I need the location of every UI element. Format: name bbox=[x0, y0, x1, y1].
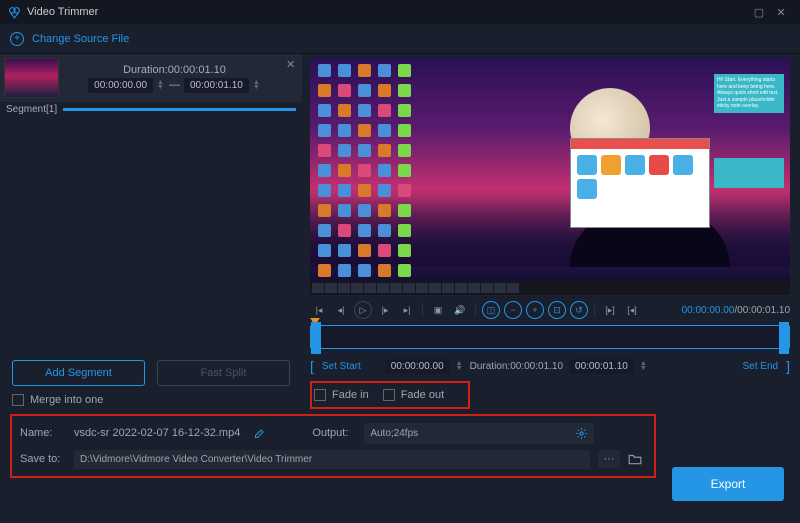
segment-label: Segment[1] bbox=[6, 104, 57, 115]
add-source-icon[interactable]: + bbox=[10, 32, 24, 46]
zoom-fit-icon[interactable]: ⊡ bbox=[548, 301, 566, 319]
playback-time: 00:00:00.00/00:00:01.10 bbox=[682, 305, 790, 316]
browse-button[interactable]: ··· bbox=[598, 450, 620, 468]
trim-controls-row: [ Set Start 00:00:00.00 ▲▼ Duration:00:0… bbox=[310, 353, 790, 379]
fade-in-checkbox[interactable]: Fade in bbox=[314, 389, 369, 401]
mark-in-icon[interactable]: [▸] bbox=[601, 301, 619, 319]
checkbox-icon bbox=[383, 389, 395, 401]
fade-in-label: Fade in bbox=[332, 389, 369, 401]
undo-icon[interactable]: ↺ bbox=[570, 301, 588, 319]
merge-label: Merge into one bbox=[30, 394, 103, 406]
split-icon[interactable]: ◫ bbox=[482, 301, 500, 319]
sticky-note: Hi! Start. Everything starts here and ke… bbox=[714, 74, 784, 113]
skip-start-icon[interactable]: |◂ bbox=[310, 301, 328, 319]
segment-thumbnail[interactable] bbox=[4, 58, 59, 98]
segment-row[interactable]: Duration:00:00:01.10 00:00:00.00 ▲▼ — 00… bbox=[0, 54, 302, 102]
trim-start-handle[interactable] bbox=[311, 322, 321, 354]
saveto-path-input[interactable]: D:\Vidmore\Vidmore Video Converter\Video… bbox=[74, 450, 590, 469]
output-label: Output: bbox=[312, 427, 356, 439]
title-bar: Video Trimmer ▢ ✕ bbox=[0, 0, 800, 24]
next-frame-icon[interactable]: |▸ bbox=[376, 301, 394, 319]
maximize-button[interactable]: ▢ bbox=[748, 6, 770, 19]
preview-panel: Hi! Start. Everything starts here and ke… bbox=[302, 54, 800, 412]
segment-start-stepper[interactable]: ▲▼ bbox=[157, 80, 165, 90]
segment-dash: — bbox=[169, 79, 180, 91]
video-preview[interactable]: Hi! Start. Everything starts here and ke… bbox=[310, 58, 790, 295]
segment-label-row: Segment[1] bbox=[0, 102, 302, 117]
merge-checkbox[interactable]: Merge into one bbox=[12, 394, 290, 406]
checkbox-icon bbox=[12, 394, 24, 406]
trim-end-handle[interactable] bbox=[779, 322, 789, 354]
trim-duration: Duration:00:00:01.10 bbox=[470, 361, 563, 372]
close-window-button[interactable]: ✕ bbox=[770, 6, 792, 19]
output-name-value: vsdc-sr 2022-02-07 16-12-32.mp4 bbox=[74, 427, 240, 439]
prev-frame-icon[interactable]: ◂| bbox=[332, 301, 350, 319]
set-end-button[interactable]: Set End bbox=[741, 361, 781, 372]
output-format-select[interactable]: Auto;24fps bbox=[364, 423, 594, 444]
trim-start-stepper[interactable]: ▲▼ bbox=[456, 361, 464, 371]
trim-end-input[interactable]: 00:00:01.10 bbox=[569, 359, 634, 374]
source-bar: + Change Source File bbox=[0, 24, 800, 54]
open-folder-icon[interactable] bbox=[628, 453, 646, 465]
zoom-in-icon[interactable]: + bbox=[526, 301, 544, 319]
segment-progress[interactable] bbox=[63, 108, 296, 111]
playback-controls: |◂ ◂| ▷ |▸ ▸| ▣ 🔊 ◫ − + ⊡ ↺ [▸] [◂] 00:0… bbox=[310, 295, 790, 321]
segment-close-button[interactable]: ✕ bbox=[286, 54, 302, 102]
segment-duration-column: Duration:00:00:01.10 00:00:00.00 ▲▼ — 00… bbox=[63, 54, 286, 102]
name-label: Name: bbox=[20, 427, 66, 439]
trim-start-input[interactable]: 00:00:00.00 bbox=[385, 359, 450, 374]
gear-icon[interactable] bbox=[575, 427, 588, 440]
checkbox-icon bbox=[314, 389, 326, 401]
export-button[interactable]: Export bbox=[672, 467, 784, 501]
add-segment-button[interactable]: Add Segment bbox=[12, 360, 145, 386]
fade-options: Fade in Fade out bbox=[310, 381, 470, 409]
main-area: Duration:00:00:01.10 00:00:00.00 ▲▼ — 00… bbox=[0, 54, 800, 412]
set-start-button[interactable]: Set Start bbox=[320, 361, 363, 372]
fast-split-button[interactable]: Fast Split bbox=[157, 360, 290, 386]
change-source-link[interactable]: Change Source File bbox=[32, 33, 129, 45]
segment-duration-label: Duration:00:00:01.10 bbox=[123, 64, 226, 76]
segment-end-stepper[interactable]: ▲▼ bbox=[253, 80, 261, 90]
mark-out-icon[interactable]: [◂] bbox=[623, 301, 641, 319]
app-icon bbox=[8, 6, 21, 19]
play-button[interactable]: ▷ bbox=[354, 301, 372, 319]
bracket-left-icon: [ bbox=[310, 358, 314, 374]
saveto-label: Save to: bbox=[20, 453, 66, 465]
trim-end-stepper[interactable]: ▲▼ bbox=[640, 361, 648, 371]
edit-name-icon[interactable] bbox=[254, 427, 266, 439]
segment-end-input[interactable]: 00:00:01.10 bbox=[184, 78, 249, 93]
bracket-right-icon: ] bbox=[786, 358, 790, 374]
segment-start-input[interactable]: 00:00:00.00 bbox=[88, 78, 153, 93]
output-settings: Name: vsdc-sr 2022-02-07 16-12-32.mp4 Ou… bbox=[10, 414, 656, 478]
zoom-out-icon[interactable]: − bbox=[504, 301, 522, 319]
segments-panel: Duration:00:00:01.10 00:00:00.00 ▲▼ — 00… bbox=[0, 54, 302, 412]
window-title: Video Trimmer bbox=[27, 6, 98, 18]
volume-icon[interactable]: 🔊 bbox=[451, 301, 469, 319]
fade-out-label: Fade out bbox=[401, 389, 444, 401]
fade-out-checkbox[interactable]: Fade out bbox=[383, 389, 444, 401]
timeline[interactable] bbox=[310, 325, 790, 349]
snapshot-icon[interactable]: ▣ bbox=[429, 301, 447, 319]
skip-end-icon[interactable]: ▸| bbox=[398, 301, 416, 319]
